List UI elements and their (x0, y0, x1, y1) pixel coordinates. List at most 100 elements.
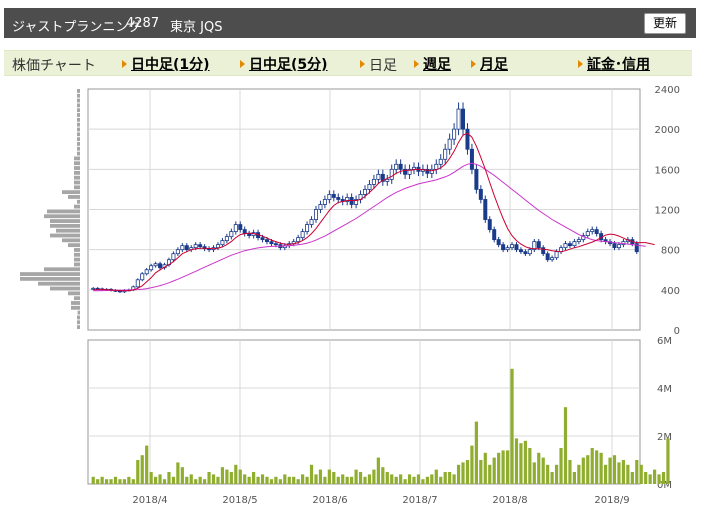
volume-bar (661, 472, 666, 484)
price-profile-bar (77, 199, 80, 204)
candle-body (260, 237, 265, 241)
candle-body (394, 163, 399, 170)
volume-bar (452, 474, 456, 484)
price-profile-bar (77, 132, 80, 137)
candle-body (461, 108, 466, 130)
volume-bar (194, 479, 198, 484)
volume-bar (145, 445, 149, 484)
candle-body (536, 241, 541, 249)
volume-bar (136, 460, 140, 484)
price-profile-bar (77, 127, 80, 132)
candle-body (412, 166, 417, 170)
volume-bar (372, 469, 376, 484)
price-profile-bar (77, 142, 80, 146)
candle-body (572, 241, 577, 247)
volume-bar (363, 476, 367, 484)
candle-body (273, 243, 278, 246)
volume-bar (479, 460, 483, 484)
volume-bar (608, 457, 612, 484)
volume-bar (652, 469, 657, 484)
volume-bar (171, 476, 176, 484)
volume-bar (305, 476, 309, 484)
volume-bar (207, 472, 211, 484)
candle-body (171, 253, 176, 261)
volume-bar (586, 455, 590, 484)
volume-bar (154, 476, 158, 484)
candle-body (496, 239, 501, 246)
volume-bar (603, 464, 608, 484)
candle-body (456, 108, 461, 130)
price-profile-bar (74, 175, 80, 180)
candle-body (362, 189, 367, 195)
volume-bar (198, 476, 202, 484)
y-tick-label: 0 (674, 326, 680, 337)
price-profile-bar (74, 262, 80, 267)
candle-body (193, 244, 198, 249)
price-profile-bar (56, 228, 80, 233)
price-profile-bar (50, 219, 80, 223)
volume-bar (390, 474, 394, 484)
candle-body (144, 269, 149, 275)
volume-bar (523, 440, 527, 484)
candle-body (483, 199, 488, 220)
candle-body (469, 148, 474, 170)
candle-body (238, 224, 243, 230)
price-profile-bar (74, 156, 80, 161)
candle-body (527, 249, 532, 255)
y-tick-label: 400 (661, 286, 680, 297)
volume-bar (470, 445, 474, 484)
candle-body (576, 239, 581, 243)
candle-body (336, 197, 341, 200)
price-profile-bar (38, 281, 80, 286)
price-profile-bar (77, 103, 80, 108)
volume-bar (327, 469, 331, 484)
candle-body (554, 251, 559, 259)
volume-bar (563, 407, 568, 484)
candle-body (514, 244, 519, 251)
volume-bar (309, 464, 314, 484)
candle-body (376, 173, 381, 180)
volume-bar (550, 472, 554, 484)
candle-body (309, 219, 314, 225)
price-profile-bar (20, 276, 80, 281)
price-profile-bar (71, 305, 80, 310)
candle-body (612, 243, 617, 249)
price-profile-bar (68, 195, 80, 199)
volume-bar (292, 476, 296, 484)
volume-bar (301, 474, 305, 484)
volume-bar (399, 474, 403, 484)
volume-bar (581, 457, 585, 484)
candle-body (478, 189, 483, 200)
volume-bar (350, 476, 354, 484)
candle-body (594, 229, 599, 234)
volume-bar (243, 474, 247, 484)
price-profile-bar (71, 301, 80, 305)
x-tick-label: 2018/8 (492, 495, 527, 506)
volume-bar (185, 476, 189, 484)
price-profile-bar (77, 117, 80, 122)
x-tick-label: 2018/9 (594, 495, 629, 506)
volume-bar (532, 462, 536, 484)
price-profile-bar (20, 272, 80, 276)
price-profile-bar (74, 161, 80, 166)
volume-bar (381, 467, 385, 484)
price-profile-bar (77, 325, 80, 329)
volume-bar (572, 472, 576, 484)
volume-bar (176, 462, 180, 484)
candle-body (474, 168, 479, 190)
candle-body (585, 231, 590, 237)
candle-body (224, 236, 229, 242)
volume-tick-label: 2M (657, 432, 672, 443)
volume-bar (648, 474, 652, 484)
candle-body (215, 244, 220, 249)
candle-body (264, 239, 269, 243)
volume-bar (318, 469, 323, 484)
candle-body (322, 199, 327, 205)
candle-body (550, 257, 555, 261)
y-tick-label: 800 (661, 246, 680, 257)
volume-bar (456, 464, 461, 484)
volume-bar (657, 474, 661, 484)
volume-bar (448, 472, 452, 484)
volume-bar (127, 476, 131, 484)
price-profile-bar (50, 286, 80, 291)
